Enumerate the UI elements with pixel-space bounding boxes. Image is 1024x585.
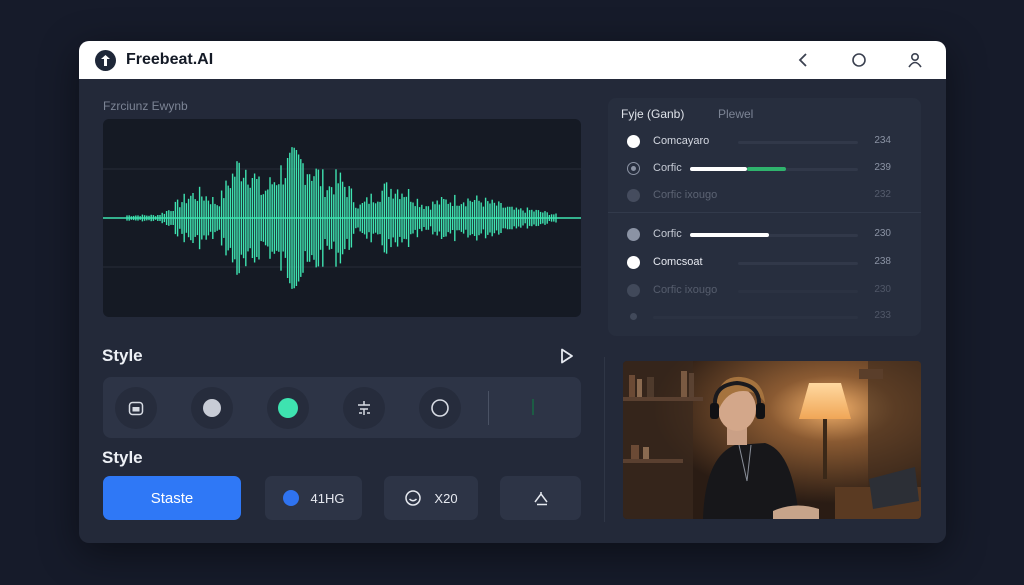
list-item-value: 230 (874, 228, 891, 239)
smile-option-button[interactable]: X20 (384, 476, 478, 520)
style-heading-2: Style (102, 448, 143, 467)
list-item-label: Corfic (653, 228, 682, 240)
list-item[interactable]: Corfic ixougo 232 (608, 183, 921, 209)
style-heading-1: Style (102, 346, 143, 365)
list-item-value: 233 (874, 310, 891, 321)
list-item[interactable]: Corfic ixougo 230 (608, 278, 921, 304)
list-item-value: 238 (874, 256, 891, 267)
divider (488, 391, 489, 425)
green-dot-icon (278, 398, 298, 418)
play-icon[interactable] (559, 348, 575, 364)
gray-dot-icon (203, 399, 221, 417)
circle-icon[interactable] (850, 51, 868, 69)
list-item[interactable]: Corfic 230 (608, 222, 921, 248)
list-item-value: 230 (874, 284, 891, 295)
edit-option-button[interactable] (500, 476, 581, 520)
radio-icon[interactable] (627, 162, 640, 175)
list-item[interactable]: Comcsoat 238 (608, 250, 921, 276)
video-preview-image[interactable] (623, 361, 921, 519)
divider-accent (532, 399, 534, 415)
smile-icon (405, 490, 422, 506)
list-item[interactable]: Comcayaro 234 (608, 129, 921, 155)
track-list-panel: Fyje (Ganb) Plewel Comcayaro 234 Corfic … (608, 98, 921, 336)
list-item-label: Corfic ixougo (653, 189, 718, 201)
progress-track (738, 290, 858, 293)
list-item-value: 234 (874, 135, 891, 146)
start-button-label: Staste (150, 489, 194, 507)
style-options-bar (103, 377, 581, 438)
blue-option-button[interactable]: 41HG (265, 476, 362, 520)
radio-icon[interactable] (627, 256, 640, 269)
vertical-divider (604, 357, 605, 522)
tune-icon[interactable] (343, 387, 385, 429)
list-item-label: Comcsoat (653, 256, 703, 268)
list-item-label: Corfic (653, 162, 682, 174)
start-button[interactable]: Staste (103, 476, 241, 520)
logo-icon (95, 49, 116, 71)
list-item-value: 232 (874, 189, 891, 200)
blue-option-label: 41HG (310, 490, 345, 506)
app-window: Freebeat.AI Fzrciunz Ewynb Style Style S… (79, 41, 946, 543)
progress-accent (747, 167, 786, 171)
list-item[interactable]: 233 (608, 304, 921, 330)
progress-fill (690, 167, 747, 171)
list-item-value: 239 (874, 162, 891, 173)
back-chevron-icon[interactable] (794, 51, 812, 69)
waveform-label: Fzrciunz Ewynb (103, 99, 188, 113)
app-title: Freebeat.AI (126, 51, 214, 68)
list-header-left[interactable]: Fyje (Ganb) (621, 107, 684, 121)
green-dot-option[interactable] (267, 387, 309, 429)
radio-icon[interactable] (627, 228, 640, 241)
user-icon[interactable] (906, 51, 924, 69)
radio-icon[interactable] (627, 189, 640, 202)
blue-dot-icon (282, 490, 299, 506)
radio-icon[interactable] (627, 135, 640, 148)
radio-icon[interactable] (627, 284, 640, 297)
waveform-graphic (103, 147, 581, 289)
radio-icon[interactable] (630, 313, 637, 320)
list-item-label: Corfic ixougo (653, 284, 718, 296)
ring-icon[interactable] (419, 387, 461, 429)
gray-dot-option[interactable] (191, 387, 233, 429)
progress-track (738, 141, 858, 144)
smile-option-label: X20 (434, 490, 458, 506)
progress-fill (690, 233, 769, 237)
edit-icon (533, 492, 548, 506)
waveform-panel[interactable] (103, 119, 581, 317)
progress-track (738, 262, 858, 265)
list-item[interactable]: Corfic 239 (608, 156, 921, 182)
list-header-right[interactable]: Plewel (718, 107, 753, 121)
title-bar: Freebeat.AI (79, 41, 946, 79)
list-divider (608, 212, 921, 213)
box-icon[interactable] (115, 387, 157, 429)
progress-track (653, 316, 858, 319)
list-item-label: Comcayaro (653, 135, 710, 147)
